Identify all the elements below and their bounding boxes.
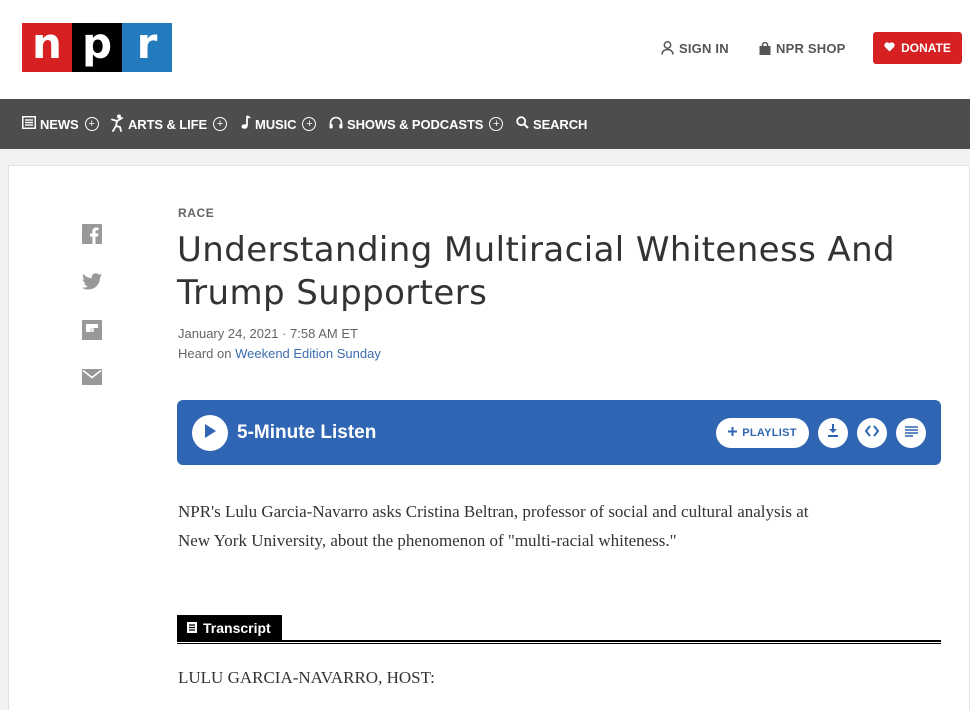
facebook-icon[interactable] <box>82 224 102 244</box>
main-nav: NEWS + ARTS & LIFE + MUSIC + SHOWS & POD… <box>0 99 970 149</box>
audio-player: 5-Minute Listen PLAYLIST <box>177 400 941 465</box>
dancer-icon <box>110 114 124 135</box>
site-header: n p r SIGN IN NPR SHOP DONATE <box>0 0 970 99</box>
plus-icon <box>728 427 738 439</box>
nav-label: NEWS <box>40 116 79 132</box>
npr-shop-label: NPR SHOP <box>776 40 846 56</box>
logo-letter-p: p <box>72 22 122 72</box>
newspaper-icon <box>22 116 36 132</box>
twitter-icon[interactable] <box>82 273 102 293</box>
user-icon <box>661 41 674 55</box>
logo-letter-r: r <box>122 22 172 72</box>
transcript-tab: Transcript <box>177 615 282 641</box>
expand-plus-icon[interactable]: + <box>302 117 317 131</box>
flipboard-icon[interactable] <box>82 320 102 340</box>
transcript-speaker: LULU GARCIA-NAVARRO, HOST: <box>178 668 435 687</box>
add-to-playlist-button[interactable]: PLAYLIST <box>716 418 809 448</box>
transcript-divider-thin <box>177 643 941 644</box>
nav-label: SEARCH <box>533 116 588 132</box>
nav-item-shows-podcasts[interactable]: SHOWS & PODCASTS + <box>329 99 504 149</box>
donate-label: DONATE <box>901 41 951 55</box>
music-note-icon <box>240 115 251 133</box>
headphones-icon <box>329 116 343 132</box>
nav-label: ARTS & LIFE <box>128 116 208 132</box>
sign-in-label: SIGN IN <box>679 40 729 56</box>
search-icon <box>516 116 529 132</box>
nav-item-search[interactable]: SEARCH <box>516 99 587 149</box>
shopping-bag-icon <box>759 41 771 55</box>
donate-button[interactable]: DONATE <box>873 32 962 64</box>
email-icon[interactable] <box>82 369 102 389</box>
download-button[interactable] <box>818 418 848 448</box>
play-icon <box>203 423 217 444</box>
playlist-label: PLAYLIST <box>742 427 797 439</box>
nav-item-arts-life[interactable]: ARTS & LIFE + <box>110 99 228 149</box>
npr-shop-link[interactable]: NPR SHOP <box>759 36 846 60</box>
document-icon <box>187 620 197 636</box>
transcript-label: Transcript <box>203 620 271 636</box>
code-icon <box>864 424 880 442</box>
article-date: January 24, 2021 · 7:58 AM ET <box>178 326 358 341</box>
section-kicker[interactable]: RACE <box>178 206 214 220</box>
heart-icon <box>884 41 895 55</box>
heard-on-prefix: Heard on <box>178 346 236 361</box>
nav-label: MUSIC <box>255 116 297 132</box>
expand-plus-icon[interactable]: + <box>84 117 99 131</box>
logo-letter-n: n <box>22 22 72 72</box>
embed-button[interactable] <box>857 418 887 448</box>
npr-logo[interactable]: n p r <box>22 22 172 72</box>
article-teaser: NPR's Lulu Garcia-Navarro asks Cristina … <box>178 502 809 550</box>
nav-label: SHOWS & PODCASTS <box>347 116 484 132</box>
expand-plus-icon[interactable]: + <box>489 117 504 131</box>
transcript-divider <box>177 640 941 642</box>
transcript-button[interactable] <box>896 418 926 448</box>
nav-item-news[interactable]: NEWS + <box>22 99 99 149</box>
article-headline: Understanding Multiracial Whiteness And … <box>177 230 896 313</box>
expand-plus-icon[interactable]: + <box>213 117 228 131</box>
audio-title: 5-Minute Listen <box>237 422 377 443</box>
sign-in-link[interactable]: SIGN IN <box>661 36 729 60</box>
heard-on-line: Heard on Weekend Edition Sunday <box>178 346 381 361</box>
show-link[interactable]: Weekend Edition Sunday <box>235 346 381 361</box>
play-button[interactable] <box>192 415 228 451</box>
text-lines-icon <box>904 424 918 442</box>
download-icon <box>827 424 839 442</box>
nav-item-music[interactable]: MUSIC + <box>240 99 317 149</box>
